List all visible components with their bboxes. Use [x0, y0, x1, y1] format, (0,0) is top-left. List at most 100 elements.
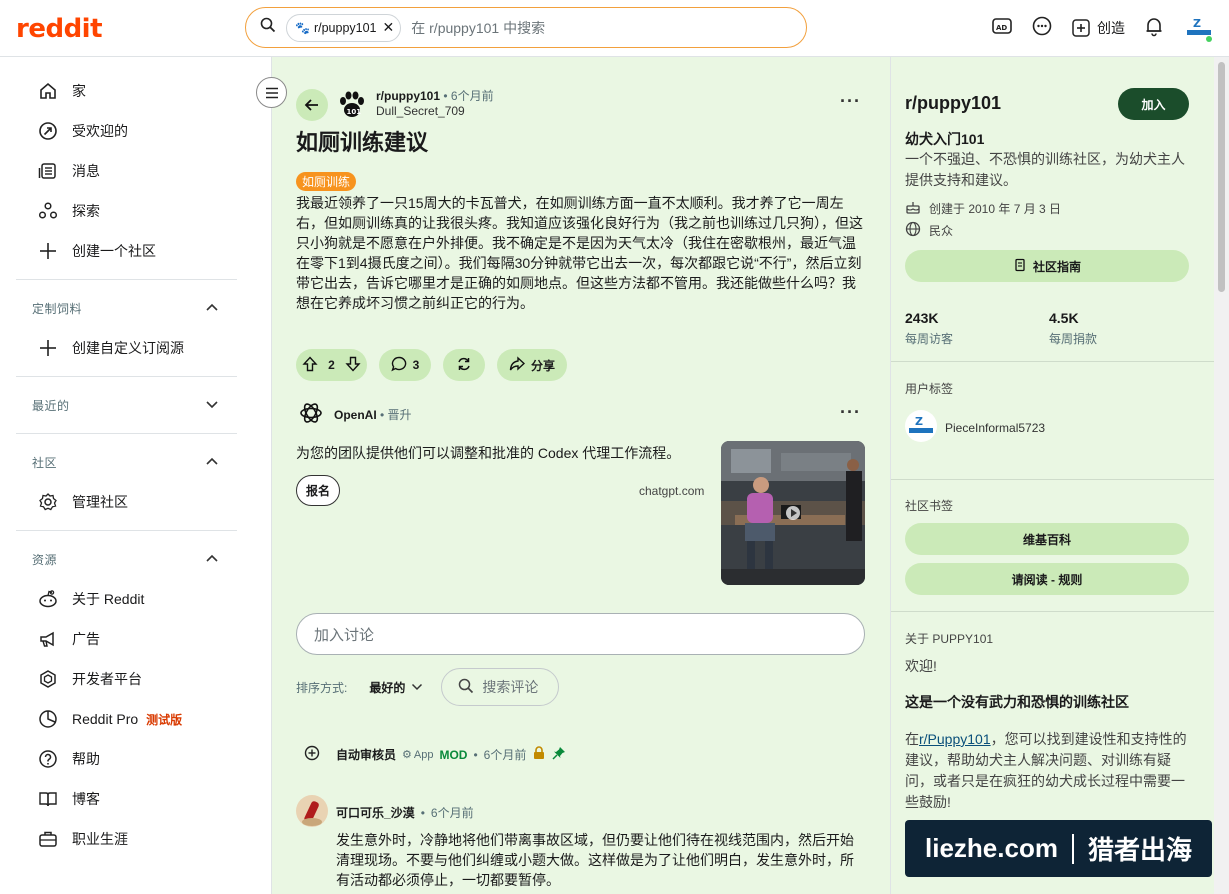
crosspost-button[interactable] — [443, 349, 485, 381]
svg-text:AD: AD — [996, 24, 1007, 32]
comment-time: 6个月前 — [430, 806, 474, 820]
section-recent[interactable]: 最近的 — [0, 385, 271, 425]
chevron-up-icon — [205, 301, 219, 315]
ad-signup-button[interactable]: 报名 — [296, 475, 340, 506]
sidebar-item-home[interactable]: 家 — [0, 71, 271, 111]
post-flair[interactable]: 如厕训练 — [296, 172, 357, 191]
downvote-icon[interactable] — [345, 356, 361, 375]
post-title: 如厕训练建议 — [296, 130, 429, 155]
search-bar[interactable]: 🐾 r/puppy101 ✕ 在 r/puppy101 中搜索 — [245, 7, 807, 48]
bookmark-rules-button[interactable]: 请阅读 - 规则 — [905, 563, 1189, 595]
plus-icon — [38, 241, 58, 261]
crosspost-icon — [456, 356, 472, 375]
divider — [16, 530, 237, 531]
sidebar-item-label: 管理社区 — [72, 494, 128, 510]
sidebar-item-help[interactable]: 帮助 — [0, 739, 271, 779]
comment-time: 6个月前 — [483, 748, 527, 762]
community-guide-button[interactable]: 社区指南 — [905, 250, 1189, 282]
search-icon — [260, 17, 276, 38]
comments-button[interactable]: 3 — [379, 349, 431, 381]
sidebar-item-label: Reddit Pro — [72, 711, 139, 727]
bell-icon[interactable] — [1143, 15, 1165, 42]
sort-dropdown[interactable]: 最好的 — [369, 679, 423, 696]
sidebar-item-popular[interactable]: 受欢迎的 — [0, 111, 271, 151]
back-button[interactable] — [296, 89, 328, 121]
search-input[interactable]: 在 r/puppy101 中搜索 — [411, 18, 545, 38]
expand-comment-icon[interactable] — [304, 745, 320, 764]
sidebar-item-label: 家 — [72, 83, 86, 99]
search-comments-button[interactable]: 搜索评论 — [441, 668, 560, 706]
sidebar-item-advertise[interactable]: 广告 — [0, 619, 271, 659]
subreddit-link[interactable]: r/puppy101 — [376, 89, 440, 103]
about-text: 在r/Puppy101，您可以找到建设性和支持性的建议，帮助幼犬主人解决问题、对… — [905, 729, 1190, 813]
user-avatar[interactable]: Z — [1183, 12, 1215, 44]
vote-pill: 2 — [296, 349, 367, 381]
watermark-banner: liezhe.com 猎者出海 — [905, 820, 1212, 877]
left-sidebar: 家 受欢迎的 消息 探索 创建一个社区 定制饲料 创建自定义订阅源 最近的 社区… — [0, 57, 272, 894]
visibility: 民众 — [905, 221, 953, 240]
about-prefix: 在 — [905, 731, 919, 747]
comment-author[interactable]: 自动审核员 — [336, 746, 396, 763]
sidebar-item-label: 消息 — [72, 163, 100, 179]
join-button[interactable]: 加入 — [1118, 88, 1189, 120]
user-flair[interactable]: Z PieceInformal5723 — [905, 410, 1045, 445]
paw-icon: 🐾 — [295, 20, 310, 35]
search-community-chip[interactable]: 🐾 r/puppy101 ✕ — [286, 13, 402, 42]
advertise-icon[interactable]: AD — [991, 15, 1013, 42]
sidebar-item-manage-communities[interactable]: 管理社区 — [0, 482, 271, 522]
comment-icon — [390, 356, 407, 375]
reddit-logo[interactable]: reddit — [16, 14, 103, 44]
sidebar-item-explore[interactable]: 探索 — [0, 191, 271, 231]
ad-more-options[interactable]: ··· — [840, 402, 861, 423]
subreddit-icon[interactable]: 101 — [336, 89, 368, 121]
chevron-up-icon — [205, 552, 219, 566]
scrollbar-thumb[interactable] — [1218, 62, 1225, 292]
create-label: 创造 — [1097, 20, 1125, 36]
chevron-down-icon — [411, 680, 423, 694]
sidebar-item-news[interactable]: 消息 — [0, 151, 271, 191]
create-button[interactable]: 创造 — [1071, 18, 1125, 38]
sidebar-item-blog[interactable]: 博客 — [0, 779, 271, 819]
close-icon[interactable]: ✕ — [383, 19, 395, 36]
pin-icon — [552, 746, 566, 763]
commenter-avatar[interactable] — [296, 795, 328, 830]
section-custom-feeds[interactable]: 定制饲料 — [0, 288, 271, 328]
post-meta: r/puppy101 • 6个月前 Dull_Secret_709 — [376, 89, 494, 119]
sidebar-item-create-community[interactable]: 创建一个社区 — [0, 231, 271, 271]
section-resources[interactable]: 资源 — [0, 539, 271, 579]
community-description: 一个不强迫、不恐惧的训练社区，为幼犬主人提供支持和建议。 — [905, 151, 1185, 188]
watermark-name: 猎者出海 — [1087, 835, 1192, 865]
gear-icon — [38, 492, 58, 512]
weekly-contrib-label: 每周捐款 — [1049, 332, 1098, 346]
sidebar-item-reddit-pro[interactable]: Reddit Pro 测试版 — [0, 699, 271, 739]
join-discussion-input[interactable]: 加入讨论 — [296, 613, 865, 655]
post-more-options[interactable]: ··· — [840, 91, 861, 112]
sidebar-item-label: 探索 — [72, 203, 100, 219]
share-button[interactable]: 分享 — [497, 349, 567, 381]
comment-header: 可口可乐_沙漠 • 6个月前 — [296, 795, 474, 830]
ad-image[interactable] — [721, 441, 865, 585]
ad-brand[interactable]: OpenAI — [334, 408, 377, 422]
bookmark-wiki-button[interactable]: 维基百科 — [905, 523, 1189, 555]
sidebar-item-careers[interactable]: 职业生涯 — [0, 819, 271, 859]
collapse-sidebar-button[interactable] — [256, 77, 287, 108]
upvote-icon[interactable] — [302, 355, 318, 375]
scrollbar[interactable] — [1214, 57, 1229, 894]
help-icon — [38, 749, 58, 769]
sidebar-item-create-feed[interactable]: 创建自定义订阅源 — [0, 328, 271, 368]
about-link[interactable]: r/Puppy101 — [919, 731, 991, 747]
openai-logo-icon[interactable] — [298, 400, 324, 429]
section-label: 定制饲料 — [32, 301, 83, 316]
section-communities[interactable]: 社区 — [0, 442, 271, 482]
sort-label: 排序方式: — [296, 680, 348, 695]
chat-icon[interactable] — [1031, 15, 1053, 42]
post-author[interactable]: Dull_Secret_709 — [376, 104, 494, 119]
sidebar-item-label: 职业生涯 — [72, 831, 128, 847]
comment-body: 发生意外时，冷静地将他们带离事故区域，但仍要让他们待在视线范围内，然后开始清理现… — [336, 832, 854, 888]
comment-author[interactable]: 可口可乐_沙漠 — [336, 804, 415, 821]
guide-icon — [1013, 258, 1027, 275]
ad-domain[interactable]: chatgpt.com — [639, 484, 704, 498]
sidebar-item-dev-platform[interactable]: 开发者平台 — [0, 659, 271, 699]
sidebar-item-label: 开发者平台 — [72, 671, 142, 687]
sidebar-item-about-reddit[interactable]: 关于 Reddit — [0, 579, 271, 619]
